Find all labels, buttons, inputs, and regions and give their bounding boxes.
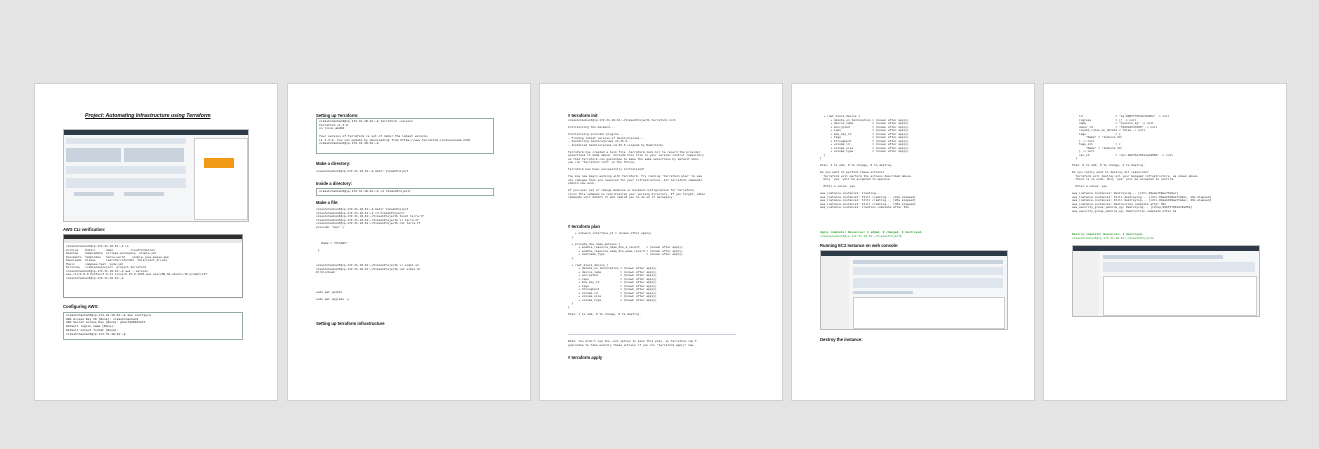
divider: [568, 334, 736, 335]
code-file-commands: vikashchauhan5@ip-172-31-18-61:~$ mkdir …: [316, 208, 424, 229]
terminal-output-setup: vikashchauhan5@ip-172-31-18-61:~$ terraf…: [316, 118, 494, 154]
section-heading-inside: Inside a directory:: [316, 181, 353, 186]
code-apply-done: Apply complete! Resources: 1 added, 0 ch…: [820, 231, 923, 234]
code-apply-output: + root_block_device { + delete_on_termin…: [820, 115, 916, 209]
code-file-commands-3: sudo apt update sudo apt upgrade -y: [316, 291, 350, 301]
document-page-2: Setting up Terraform: vikashchauhan5@ip-…: [287, 83, 531, 401]
section-heading-init: # terraform init: [568, 113, 598, 118]
terminal-output-ls: vikashchauhan5@ip-172-31-18-61:~$ ls Arc…: [66, 245, 207, 280]
document-page-3: # terraform init vikashchauhan5@ip-172-3…: [539, 83, 783, 401]
section-heading-file: Make a file:: [316, 200, 339, 205]
aws-console-after-destroy-screenshot: [1072, 245, 1260, 317]
section-heading-aws-cli: AWS CLI verification:: [63, 227, 106, 232]
section-heading-infra: Setting up terraform infrastructure: [316, 321, 385, 326]
code-init-output: vikashchauhan5@ip-172-31-18-61:~/VikashP…: [568, 119, 706, 199]
section-heading-apply: # terraform apply: [568, 355, 603, 360]
section-heading-mkdir: Make a directory:: [316, 161, 351, 166]
code-plan-output: + network_interface_id = (known after ap…: [568, 232, 683, 316]
terminal-output-cd: vikashchauhan5@ip-172-31-18-61:~$ cd Vik…: [316, 188, 494, 196]
terminal-window-ls: ubuntu@ip-172-31-18-61: ~ vikashchauhan5…: [63, 234, 243, 298]
code-file-commands-2: vikashchauhan5@ip-172-31-18-61:~/VikashP…: [316, 264, 421, 274]
document-page-5: id = "sg-0065f7654dc8a05a" -> null ingre…: [1043, 83, 1287, 401]
code-file-body: Name = "ECSAWS" }: [318, 242, 348, 252]
ec2-console-screenshot: [820, 250, 1008, 330]
code-destroy-output: id = "sg-0065f7654dc8a05a" -> null ingre…: [1072, 115, 1212, 213]
code-plan-note: Note: You didn't use the -out option to …: [568, 340, 697, 347]
document-page-1: Project: Automating Infrastructure using…: [34, 83, 278, 401]
section-heading-configure: Configuring AWS:: [63, 304, 99, 309]
section-heading-destroy: Destroy the instance:: [820, 337, 863, 342]
code-mkdir: vikashchauhan5@ip-172-31-18-61:~$ mkdir …: [316, 170, 409, 173]
document-page-4: + root_block_device { + delete_on_termin…: [791, 83, 1035, 401]
code-destroy-done: Destroy complete! Resources: 2 destroyed…: [1072, 233, 1144, 236]
code-apply-prompt: vikashchauhan5@ip-172-31-18-61:~/VikashP…: [820, 235, 902, 238]
aws-console-screenshot: [63, 129, 249, 222]
terminal-output-configure: vikashchauhan5@ip-172-31-18-61:~$ aws co…: [63, 312, 243, 340]
page-title: Project: Automating Infrastructure using…: [85, 113, 211, 119]
section-heading-plan: # terraform plan: [568, 224, 600, 229]
section-heading-running: Running EC2 Instance on web console:: [820, 243, 899, 248]
code-destroy-prompt: vikashchauhan5@ip-172-31-18-61:~/VikashP…: [1072, 237, 1154, 240]
